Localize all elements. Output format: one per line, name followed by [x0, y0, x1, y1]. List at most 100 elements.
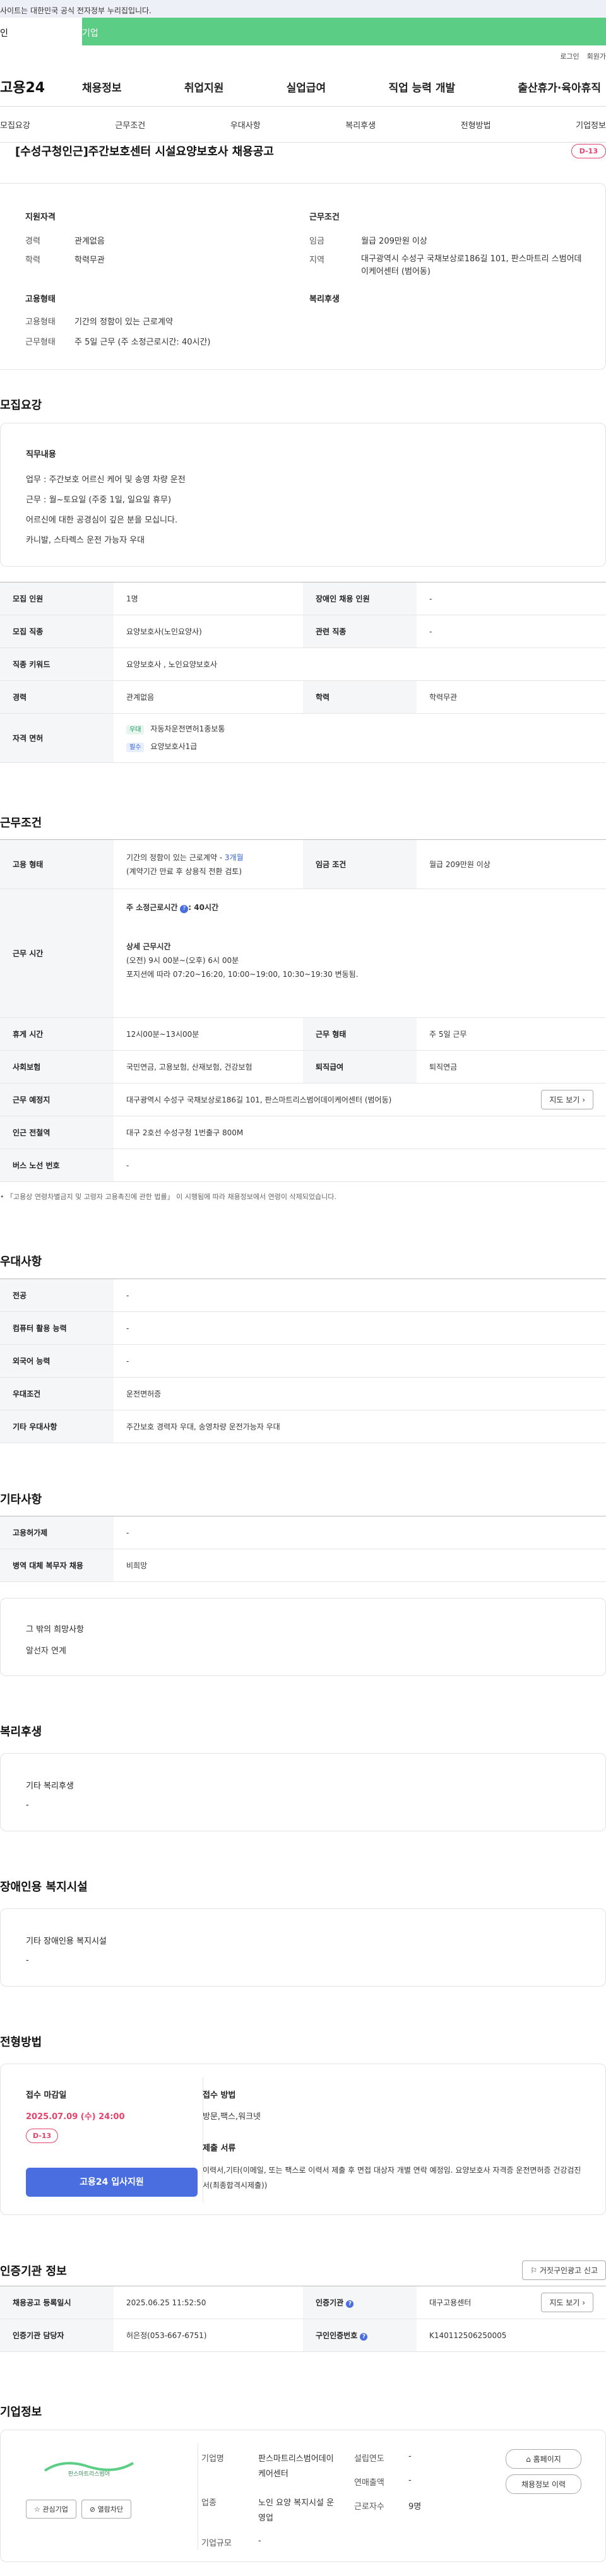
info-icon[interactable]: ?	[180, 905, 189, 913]
work-table: 고용 형태 기간의 정함이 있는 근로계약 - 3개월 (계약기간 만료 후 상…	[0, 839, 606, 1182]
emp-line1: 기간의 정함이 있는 근로계약 -	[126, 853, 225, 862]
hours-title: 주 소정근로시간	[126, 903, 178, 912]
duty-line: 근무 : 월~토요일 (주중 1일, 일요일 휴무)	[26, 495, 172, 505]
other-wish-value: 알선자 연계	[26, 1646, 66, 1656]
tab-individual[interactable]: 인	[0, 18, 82, 45]
section-anchor-nav: 모집요강 근무조건 우대사항 복리후생 전형방법 기업정보	[0, 106, 606, 143]
size-label: 기업규모	[201, 2539, 232, 2548]
company-name-label: 기업명	[201, 2454, 224, 2464]
docs-value: 이력서,기타(이메일, 또는 팩스로 이력서 제출 후 면접 대상자 개별 연락…	[203, 2166, 581, 2190]
career-row-label: 경력	[0, 680, 114, 714]
gnb-item-leave[interactable]: 출산휴가·육아휴직	[518, 79, 601, 95]
edu-row-label: 학력	[303, 680, 417, 714]
detail-line1: (오전) 9시 00분~(오후) 6시 00분	[126, 956, 239, 965]
gnb-item-unemployment-benefit[interactable]: 실업급여	[287, 79, 326, 95]
anchor-company[interactable]: 기업정보	[576, 119, 606, 131]
fav-company-button[interactable]: ☆ 관심기업	[26, 2500, 76, 2519]
insurance-value: 국민연금, 고용보험, 산재보험, 건강보험	[114, 1050, 303, 1084]
career-value: 관계없음	[74, 237, 105, 246]
join-link[interactable]: 회원가	[587, 51, 606, 61]
hours-value: : 40시간	[188, 903, 219, 912]
gnb-item-training[interactable]: 직업 능력 개발	[388, 79, 455, 95]
industry-label: 업종	[201, 2498, 217, 2508]
info-icon[interactable]: ?	[360, 2333, 368, 2341]
language-label: 외국어 능력	[0, 1344, 114, 1378]
wage-value: 월급 209만원 이상	[361, 237, 427, 246]
wage-cond-value: 월급 209만원 이상	[417, 839, 606, 889]
agency-map-button[interactable]: 지도 보기 ›	[541, 2293, 593, 2312]
recruit-table: 모집 인원 1명 장애인 채용 인원 - 모집 직종 요양보호사(노인요양사) …	[0, 582, 606, 763]
company-logo: 판스마트리스범어	[26, 2455, 152, 2487]
cert-section-title: 인증기관 정보	[0, 2264, 67, 2278]
company-name-value: 판스마트리스범어데이케어센터	[258, 2454, 334, 2479]
subway-value: 대구 2호선 수성구청 1번출구 800M	[114, 1116, 606, 1149]
age-note: • 「고용상 연령차별금지 및 고령자 고용촉진에 관한 법률」 이 시행됨에 …	[0, 1193, 336, 1201]
condition-value: 운전면허증	[114, 1377, 606, 1410]
form-label: 근무 형태	[303, 1017, 417, 1051]
license-name: 자동차운전면허1종보통	[150, 724, 225, 733]
welfare-section-title: 복리후생	[0, 1725, 42, 1739]
work-type-label: 근무형태	[25, 338, 56, 347]
wage-label: 임금	[309, 237, 324, 246]
welfare-box-value: -	[26, 1800, 29, 1810]
headcount-value: 1명	[114, 582, 303, 615]
career-label: 경력	[25, 237, 40, 246]
method-title: 접수 방법	[203, 2091, 236, 2100]
gnb-item-jobs[interactable]: 채용정보	[82, 79, 122, 95]
selection-section-title: 전형방법	[0, 2036, 42, 2049]
place-value: 대구광역시 수성구 국채보상로186길 101, 판스마트리스범어데이케어센터 …	[126, 1096, 392, 1104]
revenue-value: -	[408, 2476, 412, 2485]
bus-label: 버스 노선 번호	[0, 1149, 114, 1182]
selection-dday: D-13	[26, 2129, 59, 2143]
login-link[interactable]: 로그인	[560, 51, 579, 61]
report-button-label: 거짓구인광고 신고	[539, 2266, 598, 2275]
education-label: 학력	[25, 256, 40, 265]
emp-months: 3개월	[224, 853, 244, 862]
anchor-welfare[interactable]: 복리후생	[345, 119, 376, 131]
site-logo[interactable]: 고용24	[0, 76, 82, 97]
history-button[interactable]: 채용정보 이력	[506, 2474, 581, 2494]
job-label: 모집 직종	[0, 615, 114, 648]
military-value: 비희망	[114, 1549, 606, 1582]
job-value: 요양보호사(노인요양사)	[114, 615, 303, 648]
anchor-conditions[interactable]: 근무조건	[115, 119, 145, 131]
apply-button[interactable]: 고용24 입사지원	[26, 2168, 198, 2197]
anchor-prefer[interactable]: 우대사항	[230, 119, 261, 131]
block-button-label: 열람차단	[97, 2505, 124, 2514]
etc-prefer-value: 주간보호 경력자 우대, 송영차량 운전가능자 우대	[114, 1410, 606, 1443]
retire-label: 퇴직급여	[303, 1050, 417, 1084]
major-label: 전공	[0, 1279, 114, 1312]
home-icon: ⌂	[526, 2455, 531, 2464]
anchor-selection[interactable]: 전형방법	[461, 119, 491, 131]
company-card: 판스마트리스범어 ☆ 관심기업 ⊘ 열람차단 기업명 판스마트리스범어데이케어센…	[0, 2430, 606, 2562]
work-map-button[interactable]: 지도 보기 ›	[541, 1090, 593, 1109]
homepage-button[interactable]: ⌂ 홈페이지	[506, 2449, 581, 2469]
block-company-button[interactable]: ⊘ 열람차단	[81, 2500, 132, 2519]
prefer-section-title: 우대사항	[0, 1255, 42, 1268]
agency-label-text: 인증기관	[316, 2298, 344, 2307]
etc-section-title: 기타사항	[0, 1493, 42, 1506]
computer-label: 컴퓨터 활용 능력	[0, 1311, 114, 1345]
career-row-value: 관계없음	[114, 680, 303, 714]
disabled-box-title: 기타 장애인용 복지시설	[26, 1937, 107, 1946]
duty-card: 직무내용 업무 : 주간보호 어르신 케어 및 송영 차량 운전 근무 : 월~…	[0, 423, 606, 567]
license-item: 필수 요양보호사1급	[126, 738, 593, 756]
company-logo-image: 판스마트리스범어	[44, 2462, 134, 2478]
edu-row-value: 학력무관	[417, 680, 606, 714]
gnb-item-employment-support[interactable]: 취업지원	[184, 79, 224, 95]
info-icon[interactable]: ?	[346, 2300, 354, 2308]
job-title-row: [수성구청인근]주간보호센터 시설요양보호사 채용공고 D-13	[15, 143, 606, 159]
hours-label: 근무 시간	[0, 889, 114, 1018]
license-name: 요양보호사1급	[150, 741, 198, 751]
founded-label: 설립연도	[354, 2454, 384, 2464]
reg-date-value: 2025.06.25 11:52:50	[114, 2286, 303, 2319]
computer-value: -	[114, 1311, 606, 1345]
tab-enterprise[interactable]: 기업	[82, 18, 606, 45]
report-button[interactable]: ⚐ 거짓구인광고 신고	[522, 2260, 606, 2280]
anchor-recruit[interactable]: 모집요강	[0, 119, 30, 131]
deadline-title: 접수 마감일	[26, 2091, 67, 2100]
condition-label: 우대조건	[0, 1377, 114, 1410]
manager-value: 허은정(053-667-6751)	[114, 2319, 303, 2352]
related-label: 관련 직종	[303, 615, 417, 648]
military-label: 병역 대체 복무자 채용	[0, 1549, 114, 1582]
